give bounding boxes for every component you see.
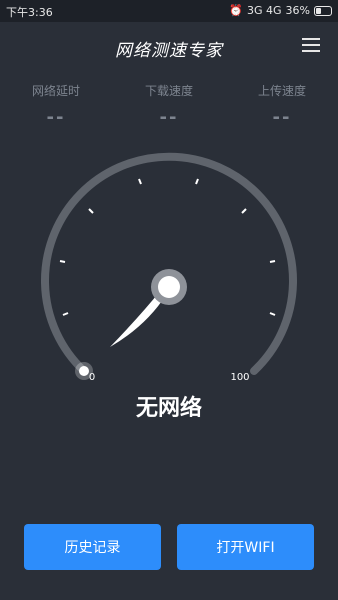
connection-status: 无网络	[135, 396, 202, 421]
history-button[interactable]: 历史记录	[24, 524, 161, 570]
clock: 下午3:36	[6, 6, 53, 19]
gauge-hub	[158, 276, 180, 298]
page-title: 网络测速专家	[115, 41, 223, 61]
menu-line	[302, 38, 320, 40]
gauge-tick	[88, 208, 94, 214]
latency-metric: 网络延时 --	[0, 80, 112, 128]
menu-button[interactable]	[302, 37, 320, 53]
upload-metric: 上传速度 --	[226, 80, 338, 128]
status-icons: ⏰ 3G 4G 36%	[229, 4, 332, 17]
gauge-tick	[195, 178, 199, 185]
gauge-min-label: 0	[89, 372, 95, 383]
gauge-tick	[138, 178, 142, 185]
download-metric: 下载速度 --	[113, 80, 225, 128]
open-wifi-button[interactable]: 打开WIFI	[177, 524, 314, 570]
gauge-tick	[269, 260, 276, 263]
latency-value: --	[46, 107, 66, 128]
gauge-start-dot	[79, 366, 89, 376]
metrics-row: 网络延时 -- 下载速度 -- 上传速度 --	[0, 80, 338, 140]
menu-line	[302, 50, 320, 52]
gauge-tick	[269, 312, 276, 316]
alarm-icon: ⏰	[229, 4, 243, 17]
battery-icon	[314, 5, 332, 16]
download-label: 下载速度	[144, 84, 193, 98]
speed-gauge: 0 100	[41, 152, 297, 383]
menu-line	[302, 44, 320, 46]
gauge-tick	[59, 260, 66, 263]
gauge-tick	[241, 208, 247, 214]
battery-percent: 36%	[285, 4, 310, 17]
download-value: --	[159, 107, 179, 128]
status-bar: 下午3:36 ⏰ 3G 4G 36%	[0, 0, 338, 22]
app-header: 网络测速专家	[0, 22, 338, 70]
gauge-track	[41, 152, 297, 375]
gauge-tick	[62, 312, 69, 316]
upload-label: 上传速度	[257, 84, 306, 98]
gauge-max-label: 100	[230, 372, 249, 383]
network-label: 3G 4G	[247, 4, 282, 17]
upload-value: --	[272, 107, 292, 128]
latency-label: 网络延时	[31, 84, 80, 98]
